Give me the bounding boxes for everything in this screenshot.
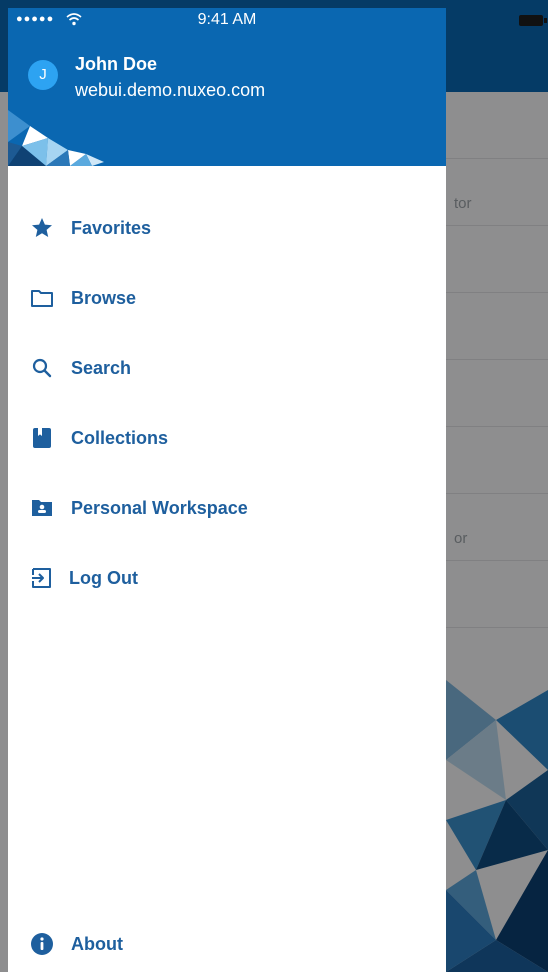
menu-label: About	[71, 933, 123, 954]
menu-item-favorites[interactable]: Favorites	[8, 205, 446, 251]
battery-tip	[544, 18, 547, 23]
person-folder-icon	[32, 500, 52, 516]
navigation-drawer: ●●●●● 9:41 AM J John Doe webui.demo.nuxe…	[8, 8, 446, 972]
menu-label: Personal Workspace	[71, 497, 248, 518]
menu-item-collections[interactable]: Collections	[8, 415, 446, 461]
info-icon	[31, 933, 53, 955]
menu-label: Search	[71, 357, 132, 378]
header-pattern	[8, 110, 104, 166]
menu-item-search[interactable]: Search	[8, 345, 446, 391]
menu-label: Browse	[71, 287, 137, 308]
status-time: 9:41 AM	[197, 11, 257, 28]
avatar[interactable]: J	[28, 60, 58, 90]
folder-icon	[31, 290, 53, 307]
menu-label: Collections	[71, 427, 169, 448]
logout-icon	[32, 568, 51, 588]
menu-label: Favorites	[71, 217, 152, 238]
bookmark-icon	[33, 428, 51, 448]
star-icon	[32, 218, 52, 237]
menu-item-personal-workspace[interactable]: Personal Workspace	[8, 485, 446, 531]
server-host: webui.demo.nuxeo.com	[75, 80, 266, 100]
user-name: John Doe	[75, 54, 158, 74]
menu-label: Log Out	[69, 567, 138, 588]
drawer-header: ●●●●● 9:41 AM J John Doe webui.demo.nuxe…	[8, 8, 446, 166]
search-icon	[32, 358, 52, 378]
menu-item-browse[interactable]: Browse	[8, 275, 446, 321]
status-bar: ●●●●● 9:41 AM	[8, 8, 446, 36]
battery-icon	[519, 15, 543, 26]
menu-item-log-out[interactable]: Log Out	[8, 555, 446, 601]
menu-item-about[interactable]: About	[8, 921, 446, 967]
